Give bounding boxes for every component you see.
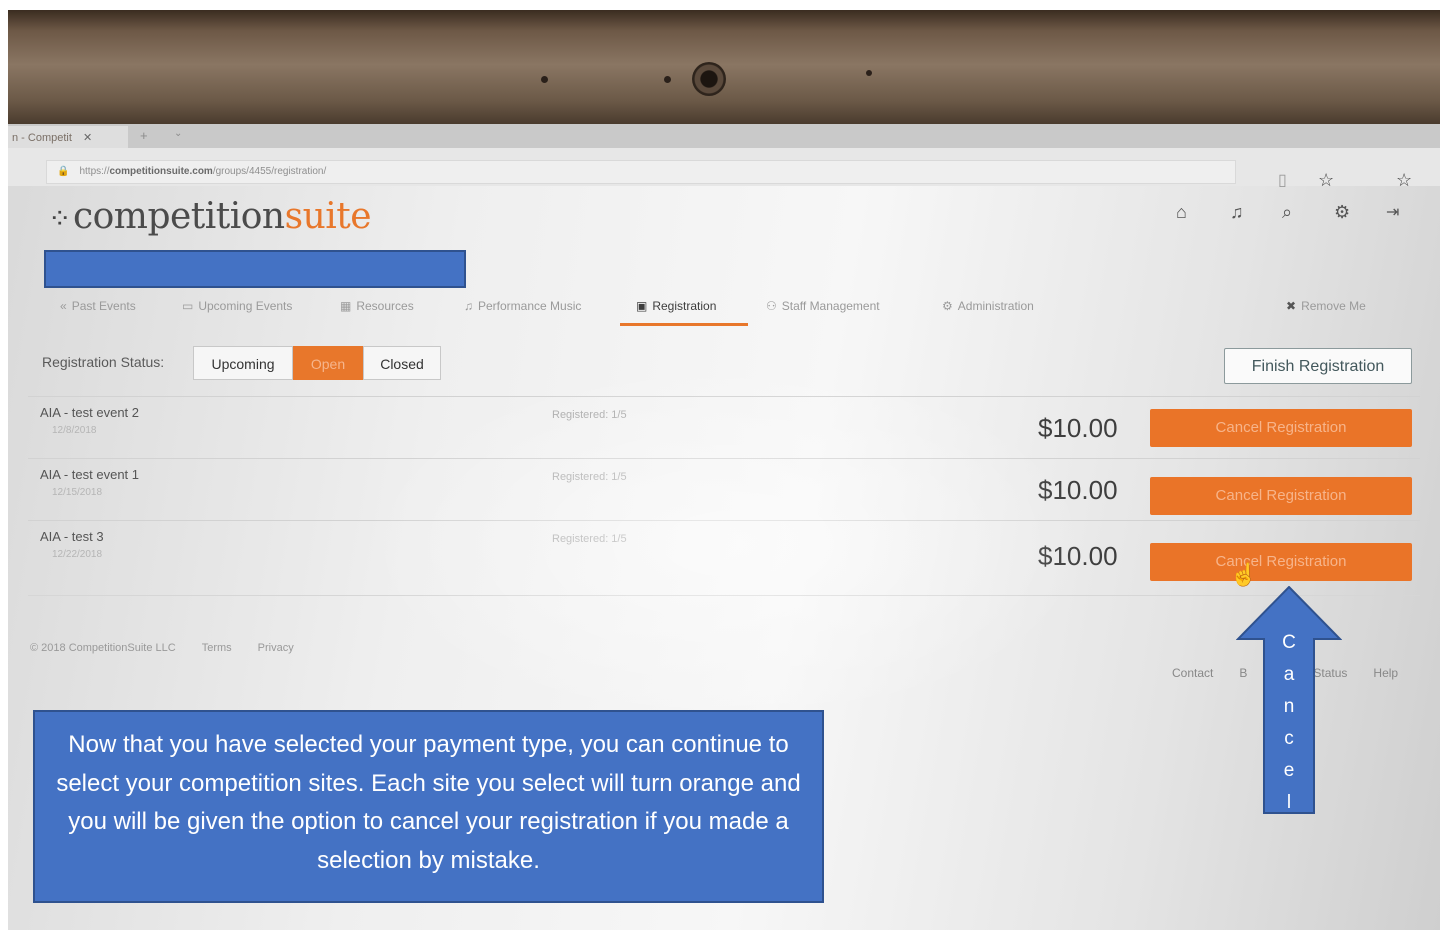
- status-open-button[interactable]: Open: [293, 346, 363, 380]
- webcam-icon: [692, 62, 726, 96]
- tab-upcoming-events[interactable]: ▭ Upcoming Events: [182, 299, 292, 313]
- event-price: $10.00: [1038, 541, 1118, 571]
- cancel-registration-button[interactable]: Cancel Registration: [1150, 543, 1412, 581]
- footer-left: © 2018 CompetitionSuite LLC Terms Privacy: [30, 642, 320, 654]
- tab-label: Administration: [957, 299, 1034, 313]
- hand-cursor-icon: ☝: [1230, 562, 1258, 587]
- url-input[interactable]: 🔒 https://competitionsuite.com/groups/445…: [46, 160, 1236, 184]
- cancel-registration-button[interactable]: Cancel Registration: [1150, 409, 1412, 447]
- logo-text-main: competition: [72, 196, 285, 237]
- laptop-bezel: [8, 10, 1440, 124]
- tab-label: Upcoming Events: [198, 299, 293, 313]
- help-link[interactable]: Help: [1373, 666, 1398, 680]
- event-registered-count: Registered: 1/5: [552, 533, 627, 545]
- remove-me-link[interactable]: ✖ Remove Me: [1286, 299, 1366, 313]
- status-closed-button[interactable]: Closed: [363, 346, 441, 380]
- browser-tab-bar: n - Competit ✕ + ⌄: [8, 124, 1440, 148]
- event-price: $10.00: [1038, 413, 1118, 443]
- competitionsuite-logo[interactable]: ⁘competitionsuite: [48, 196, 372, 237]
- close-tab-icon[interactable]: ✕: [83, 132, 92, 144]
- gear-icon[interactable]: ⚙: [1334, 202, 1350, 223]
- tab-label: Past Events: [71, 299, 136, 313]
- music-icon[interactable]: ♫: [1230, 202, 1244, 223]
- url-path: /groups/4455/registration/: [212, 166, 327, 177]
- tab-label: Staff Management: [781, 299, 880, 313]
- tab-past-events[interactable]: « Past Events: [60, 299, 136, 313]
- tab-registration[interactable]: ▣ Registration: [636, 299, 716, 313]
- registration-status-label: Registration Status:: [42, 354, 165, 370]
- bezel-sensor-right: [866, 70, 872, 76]
- copyright-text: © 2018 CompetitionSuite LLC: [30, 642, 176, 654]
- instruction-callout: Now that you have selected your payment …: [33, 710, 824, 903]
- calendar-icon: ▭: [182, 299, 194, 313]
- logo-text-accent: suite: [284, 196, 372, 237]
- url-domain: competitionsuite.com: [109, 166, 213, 177]
- redacted-group-name: [44, 250, 466, 288]
- tab-staff-management[interactable]: ⚇ Staff Management: [766, 299, 880, 313]
- staff-icon: ⚇: [766, 299, 777, 313]
- browser-tab[interactable]: n - Competit ✕: [8, 126, 128, 148]
- event-row: AIA - test event 1 12/15/2018 Registered…: [28, 458, 1420, 520]
- event-name: AIA - test 3: [40, 529, 104, 544]
- reading-view-icon[interactable]: ▯: [1278, 170, 1287, 190]
- cancel-registration-button[interactable]: Cancel Registration: [1150, 477, 1412, 515]
- favorite-star-icon[interactable]: ☆: [1318, 170, 1334, 191]
- url-scheme: https://: [79, 166, 110, 177]
- status-upcoming-button[interactable]: Upcoming: [193, 346, 293, 380]
- admin-gears-icon: ⚙: [942, 299, 953, 313]
- event-name: AIA - test event 1: [40, 467, 139, 482]
- tab-resources[interactable]: ▦ Resources: [340, 299, 414, 313]
- arrow-label: C a n c e l: [1282, 632, 1296, 813]
- tab-label: Performance Music: [478, 299, 582, 313]
- contact-link[interactable]: Contact: [1172, 666, 1213, 680]
- resources-icon: ▦: [340, 299, 352, 313]
- remove-me-label: Remove Me: [1301, 299, 1366, 313]
- finish-registration-button[interactable]: Finish Registration: [1224, 348, 1412, 384]
- logout-icon[interactable]: ⇥: [1386, 202, 1399, 222]
- lock-icon: 🔒: [57, 166, 70, 177]
- event-date: 12/15/2018: [52, 487, 103, 498]
- event-date: 12/22/2018: [52, 549, 103, 560]
- event-registered-count: Registered: 1/5: [552, 471, 627, 483]
- event-name: AIA - test event 2: [40, 405, 139, 420]
- event-registered-count: Registered: 1/5: [552, 409, 627, 421]
- browser-tab-title: n - Competit: [12, 132, 72, 144]
- new-tab-icon[interactable]: +: [140, 128, 148, 143]
- bezel-sensor-left: [541, 76, 548, 83]
- privacy-link[interactable]: Privacy: [258, 642, 294, 654]
- registration-icon: ▣: [636, 299, 648, 313]
- event-row: AIA - test event 2 12/8/2018 Registered:…: [28, 396, 1420, 458]
- event-price: $10.00: [1038, 475, 1118, 505]
- home-icon[interactable]: ⌂: [1176, 202, 1187, 223]
- tab-label: Registration: [652, 299, 717, 313]
- favorites-hub-icon[interactable]: ☆: [1396, 170, 1412, 191]
- browser-address-bar: 🔒 https://competitionsuite.com/groups/445…: [8, 148, 1440, 190]
- bezel-sensor-mid: [664, 76, 671, 83]
- search-icon[interactable]: ⌕: [1282, 202, 1292, 223]
- event-date: 12/8/2018: [52, 425, 97, 436]
- music-note-icon: ♫: [464, 299, 473, 313]
- terms-link[interactable]: Terms: [202, 642, 232, 654]
- active-tab-indicator: [620, 323, 748, 326]
- tab-performance-music[interactable]: ♫ Performance Music: [464, 299, 581, 313]
- tab-list-chevron-icon[interactable]: ⌄: [174, 128, 182, 139]
- tab-administration[interactable]: ⚙ Administration: [942, 299, 1034, 313]
- logo-dots-icon: ⁘: [48, 202, 71, 235]
- event-row: AIA - test 3 12/22/2018 Registered: 1/5 …: [28, 520, 1420, 596]
- tab-label: Resources: [356, 299, 414, 313]
- past-events-icon: «: [60, 299, 67, 313]
- close-icon: ✖: [1286, 299, 1297, 313]
